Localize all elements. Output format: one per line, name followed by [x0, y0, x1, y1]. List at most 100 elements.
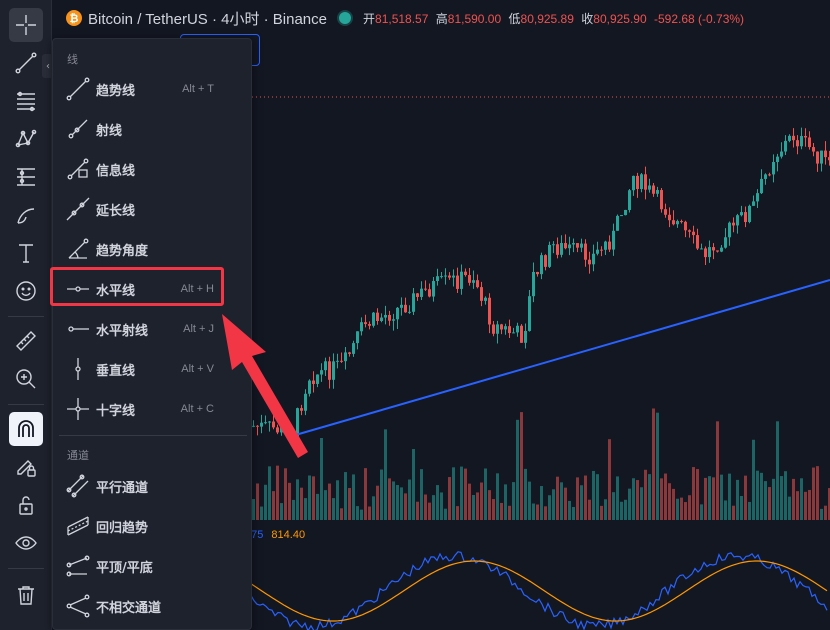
volume-bar	[312, 476, 315, 520]
candle-body	[376, 312, 379, 322]
volume-bar	[472, 494, 475, 520]
text-icon[interactable]	[9, 236, 43, 270]
volume-bar	[716, 421, 719, 520]
volume-bar	[388, 478, 391, 520]
volume-bar	[724, 500, 727, 520]
volume-bar	[456, 506, 459, 520]
candle-body	[608, 241, 611, 250]
candle-body	[748, 205, 751, 223]
menu-item-ray[interactable]: 射线	[53, 109, 251, 149]
menu-item-trend-angle[interactable]: 趋势角度	[53, 229, 251, 269]
volume-bar	[372, 496, 375, 520]
lock-icon[interactable]	[9, 488, 43, 522]
candle-body	[796, 140, 799, 147]
volume-bar	[820, 508, 823, 520]
candle-body	[668, 214, 671, 221]
candle-body	[620, 215, 623, 217]
volume-bar	[544, 506, 547, 520]
volume-bar	[508, 505, 511, 520]
candle-body	[596, 249, 599, 254]
eye-icon[interactable]	[9, 526, 43, 560]
lock-drawing-icon[interactable]	[9, 450, 43, 484]
candle-body	[576, 243, 579, 248]
candle-body	[808, 137, 811, 148]
volume-bar	[308, 475, 311, 520]
volume-bar	[784, 471, 787, 520]
menu-item-flat-top-bottom[interactable]: 平顶/平底	[53, 546, 251, 586]
menu-item-disjoint-channel[interactable]: 不相交通道	[53, 586, 251, 626]
candle-body	[672, 220, 675, 225]
volume-bar	[264, 484, 267, 520]
menu-item-trendline[interactable]: 趋势线 Alt + T	[53, 69, 251, 109]
volume-bar	[824, 505, 827, 520]
volume-bar	[632, 478, 635, 520]
candle-body	[652, 185, 655, 194]
volume-bar	[628, 488, 631, 520]
volume-bar	[720, 474, 723, 520]
candle-body	[592, 253, 595, 265]
zoom-icon[interactable]	[9, 362, 43, 396]
menu-item-parallel-channel[interactable]: 平行通道	[53, 466, 251, 506]
volume-bar	[436, 485, 439, 520]
candle-body	[816, 151, 819, 164]
volume-bar	[532, 503, 535, 520]
volume-bar	[420, 469, 423, 520]
trendline-icon[interactable]	[9, 46, 43, 80]
projection-icon[interactable]	[9, 160, 43, 194]
volume-bar	[564, 487, 567, 520]
fib-icon[interactable]	[9, 84, 43, 118]
magnet-icon[interactable]	[9, 412, 43, 446]
candle-body	[752, 201, 755, 206]
candle-body	[536, 271, 539, 275]
emoji-icon[interactable]	[9, 274, 43, 308]
candle-body	[692, 231, 695, 236]
symbol-title[interactable]: Bitcoin / TetherUS · 4小时 · Binance	[88, 8, 327, 29]
volume-bar	[800, 478, 803, 520]
trendline-icon	[66, 77, 90, 101]
volume-bar	[548, 495, 551, 520]
menu-item-extended-line[interactable]: 延长线	[53, 189, 251, 229]
candle-body	[772, 162, 775, 175]
candle-body	[580, 243, 583, 248]
pattern-icon[interactable]	[9, 122, 43, 156]
ruler-icon[interactable]	[9, 324, 43, 358]
candle-body	[648, 185, 651, 190]
candle-body	[480, 287, 483, 301]
menu-item-regression-trend[interactable]: 回归趋势	[53, 506, 251, 546]
bitcoin-icon: ₿	[66, 10, 82, 26]
candle-body	[696, 235, 699, 249]
candle-body	[508, 326, 511, 334]
candle-body	[420, 288, 423, 297]
candle-body	[484, 297, 487, 301]
candle-body	[356, 331, 359, 344]
brush-icon[interactable]	[9, 198, 43, 232]
volume-bar	[424, 494, 427, 520]
candle-body	[468, 275, 471, 283]
volume-bar	[320, 437, 323, 520]
volume-bar	[804, 491, 807, 520]
volume-bar	[816, 466, 819, 520]
menu-item-info-line[interactable]: 信息线	[53, 149, 251, 189]
volume-bar	[536, 504, 539, 520]
candle-body	[824, 150, 827, 158]
trash-icon[interactable]	[9, 578, 43, 612]
candle-body	[396, 307, 399, 320]
volume-bar	[812, 467, 815, 520]
candle-body	[432, 281, 435, 297]
volume-bar	[752, 439, 755, 520]
crosshair-icon[interactable]	[9, 8, 43, 42]
candle-body	[724, 237, 727, 248]
candle-body	[600, 249, 603, 251]
market-status-dot	[339, 12, 351, 24]
candle-body	[336, 360, 339, 362]
candle-body	[428, 289, 431, 297]
volume-bar	[672, 488, 675, 520]
candle-body	[784, 140, 787, 152]
candle-body	[792, 135, 795, 141]
candle-body	[676, 221, 679, 225]
volume-bar	[588, 499, 591, 520]
candle-body	[736, 215, 739, 226]
volume-bar	[652, 408, 655, 520]
vertical-line-icon	[75, 358, 81, 380]
candle-body	[604, 241, 607, 250]
